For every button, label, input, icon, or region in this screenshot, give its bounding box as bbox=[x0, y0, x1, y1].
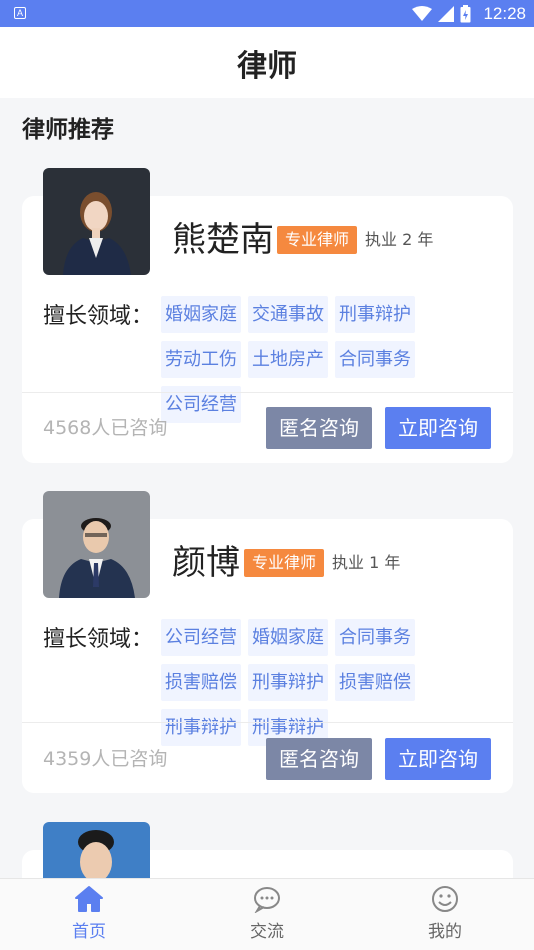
card-divider bbox=[22, 392, 513, 393]
expertise-tag[interactable]: 刑事辩护 bbox=[248, 664, 328, 701]
chat-icon bbox=[254, 887, 280, 913]
expertise-label: 擅长领域： bbox=[43, 627, 154, 652]
anonymous-consult-button[interactable]: 匿名咨询 bbox=[266, 738, 372, 780]
app-notification-icon: A bbox=[14, 7, 26, 19]
expertise-tags: 公司经营 婚姻家庭 合同事务 损害赔偿 刑事辩护 损害赔偿 刑事辩护 刑事辩护 bbox=[161, 619, 501, 746]
expertise-tag[interactable]: 合同事务 bbox=[335, 619, 415, 656]
page-title: 律师 bbox=[237, 48, 297, 84]
expertise-tag[interactable]: 损害赔偿 bbox=[335, 664, 415, 701]
nav-bar: 律师 bbox=[0, 27, 534, 98]
expertise-tag[interactable]: 刑事辩护 bbox=[161, 709, 241, 746]
battery-icon bbox=[460, 4, 471, 22]
tab-label: 我的 bbox=[428, 922, 462, 942]
expertise-tag[interactable]: 公司经营 bbox=[161, 619, 241, 656]
lawyer-name: 熊楚南 bbox=[172, 220, 274, 260]
expertise-tag[interactable]: 土地房产 bbox=[248, 341, 328, 378]
signal-icon bbox=[438, 5, 455, 22]
status-bar: A 12:28 bbox=[0, 0, 534, 27]
consult-now-button[interactable]: 立即咨询 bbox=[385, 738, 491, 780]
home-icon bbox=[75, 886, 103, 912]
practice-years: 执业 1 年 bbox=[332, 553, 401, 572]
tab-label: 首页 bbox=[72, 922, 106, 942]
lawyer-title-badge: 专业律师 bbox=[277, 226, 358, 254]
lawyer-avatar[interactable] bbox=[43, 168, 150, 275]
tab-home[interactable]: 首页 bbox=[0, 879, 178, 950]
expertise-tag[interactable]: 刑事辩护 bbox=[335, 296, 415, 333]
card-divider bbox=[22, 722, 513, 723]
lawyer-avatar[interactable] bbox=[43, 491, 150, 598]
anonymous-consult-button[interactable]: 匿名咨询 bbox=[266, 407, 372, 449]
status-icons: 12:28 bbox=[412, 0, 526, 27]
expertise-tag[interactable]: 交通事故 bbox=[248, 296, 328, 333]
smile-icon bbox=[432, 886, 458, 912]
bottom-tab-bar: 首页 交流 我的 bbox=[0, 878, 534, 950]
lawyer-title-badge: 专业律师 bbox=[244, 549, 325, 577]
lawyer-name: 颜博 bbox=[172, 543, 240, 583]
consult-count: 4568人已咨询 bbox=[43, 417, 168, 439]
expertise-tags: 婚姻家庭 交通事故 刑事辩护 劳动工伤 土地房产 合同事务 公司经营 bbox=[161, 296, 501, 423]
section-title: 律师推荐 bbox=[22, 117, 114, 143]
tab-mine[interactable]: 我的 bbox=[356, 879, 534, 950]
expertise-label: 擅长领域： bbox=[43, 304, 154, 329]
expertise-tag[interactable]: 合同事务 bbox=[335, 341, 415, 378]
lawyer-avatar[interactable] bbox=[43, 822, 150, 878]
tab-label: 交流 bbox=[250, 922, 284, 942]
expertise-tag[interactable]: 婚姻家庭 bbox=[248, 619, 328, 656]
practice-years: 执业 2 年 bbox=[365, 230, 434, 249]
tab-chat[interactable]: 交流 bbox=[178, 879, 356, 950]
expertise-tag[interactable]: 劳动工伤 bbox=[161, 341, 241, 378]
wifi-icon bbox=[412, 5, 433, 21]
expertise-tag[interactable]: 婚姻家庭 bbox=[161, 296, 241, 333]
expertise-tag[interactable]: 损害赔偿 bbox=[161, 664, 241, 701]
clock: 12:28 bbox=[483, 3, 526, 23]
consult-now-button[interactable]: 立即咨询 bbox=[385, 407, 491, 449]
consult-count: 4359人已咨询 bbox=[43, 748, 168, 770]
